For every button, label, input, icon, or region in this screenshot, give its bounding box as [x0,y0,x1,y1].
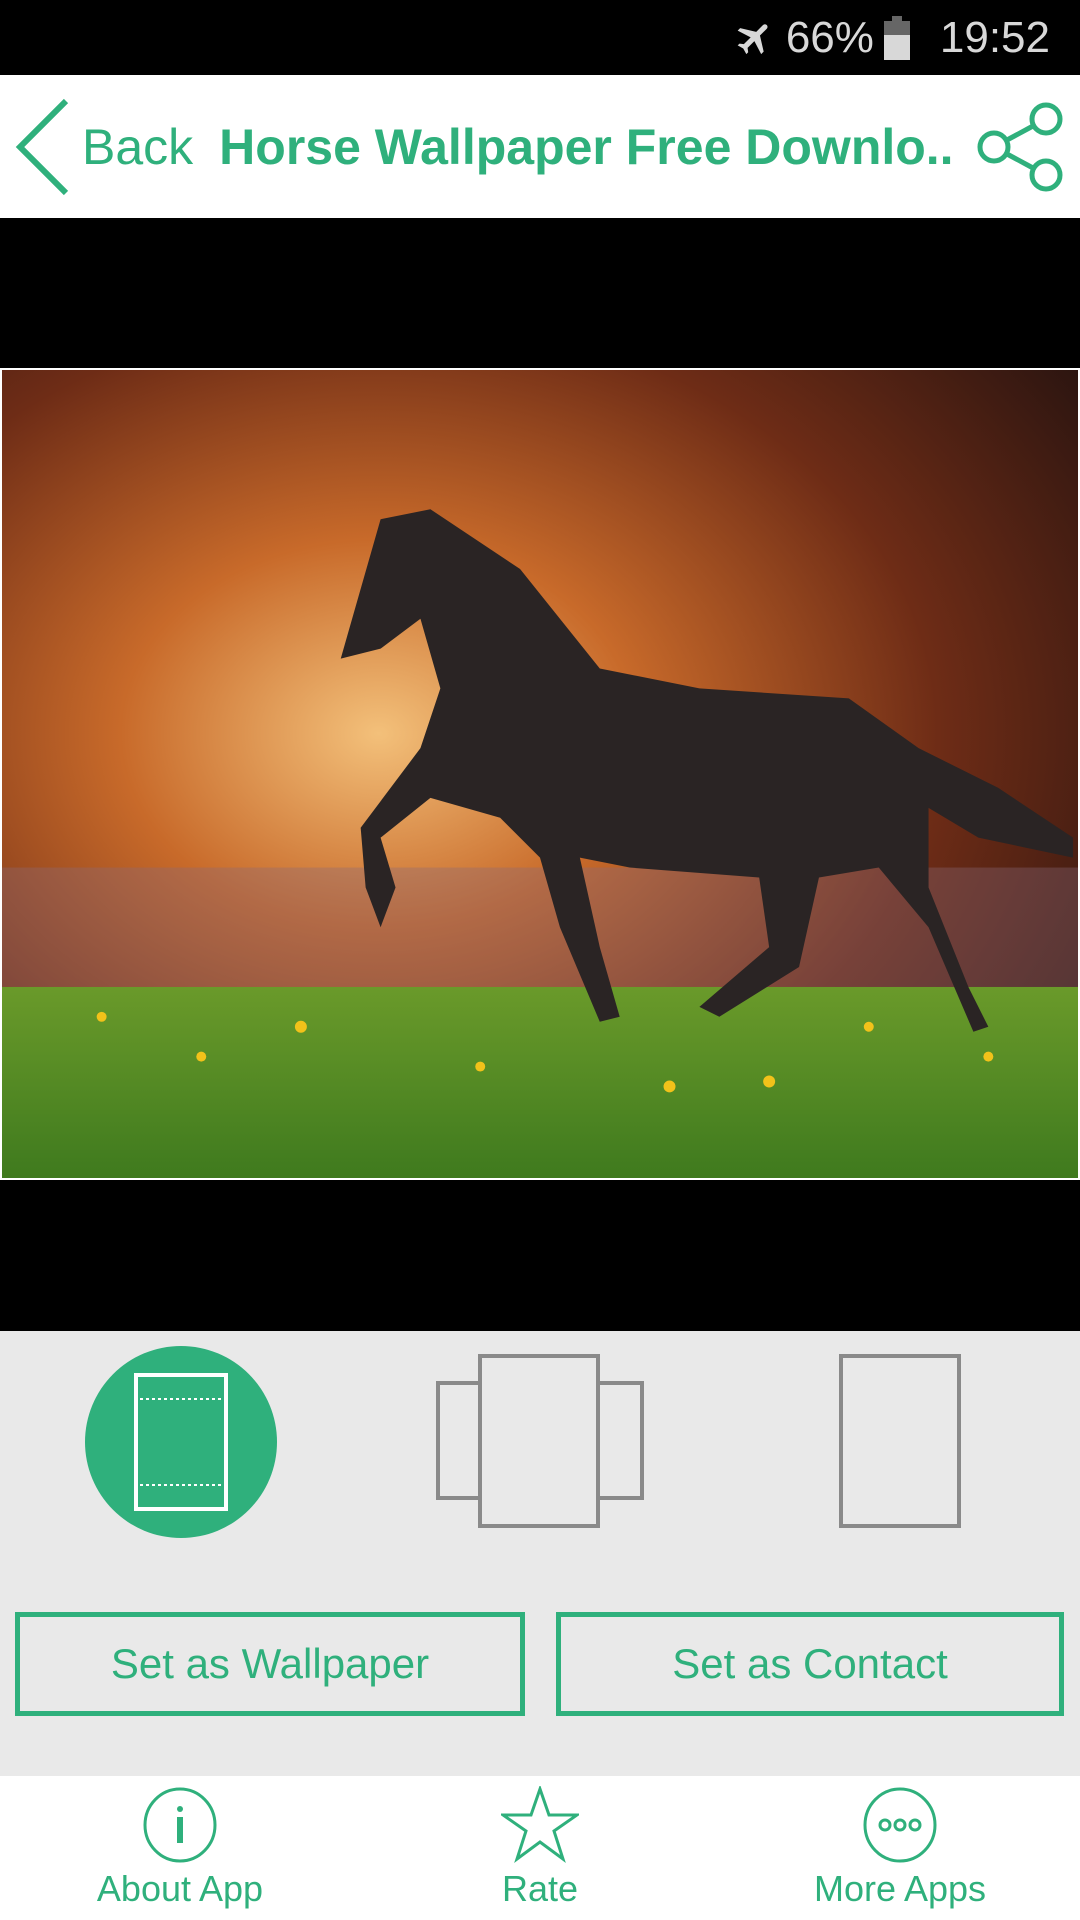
battery-percent: 66% [785,12,874,62]
app-header: Back Horse Wallpaper Free Downlo.. [0,75,1080,218]
wallpaper-preview [0,368,1080,1180]
set-wallpaper-button[interactable]: Set as Wallpaper [15,1612,525,1716]
nav-label: Rate [501,1868,579,1909]
back-label: Back [82,118,194,175]
nav-rate[interactable]: Rate [420,1786,660,1910]
airplane-mode-icon [737,23,768,54]
clock: 19:52 [939,12,1050,62]
set-contact-button[interactable]: Set as Contact [556,1612,1064,1716]
info-icon [143,1787,217,1863]
more-icon [863,1787,937,1863]
nav-label: More Apps [813,1868,987,1909]
nav-label: About App [96,1868,264,1909]
nav-about-app[interactable]: About App [60,1786,300,1910]
mode-fit-screen-icon[interactable] [84,1345,278,1539]
options-panel: Set as Wallpaper Set as Contact [0,1331,1080,1776]
bottom-nav: About App Rate More Apps [0,1776,1080,1920]
share-icon[interactable] [974,101,1066,193]
battery-icon [883,15,910,60]
status-bar: 66% 19:52 [0,0,1080,75]
mode-scrollable-icon[interactable] [435,1353,645,1529]
star-icon [501,1786,579,1863]
nav-more-apps[interactable]: More Apps [780,1786,1020,1910]
chevron-left-icon [15,98,69,195]
page-title: Horse Wallpaper Free Downlo.. [219,118,954,175]
mode-fixed-icon[interactable] [838,1353,962,1529]
back-button[interactable]: Back [14,97,193,197]
